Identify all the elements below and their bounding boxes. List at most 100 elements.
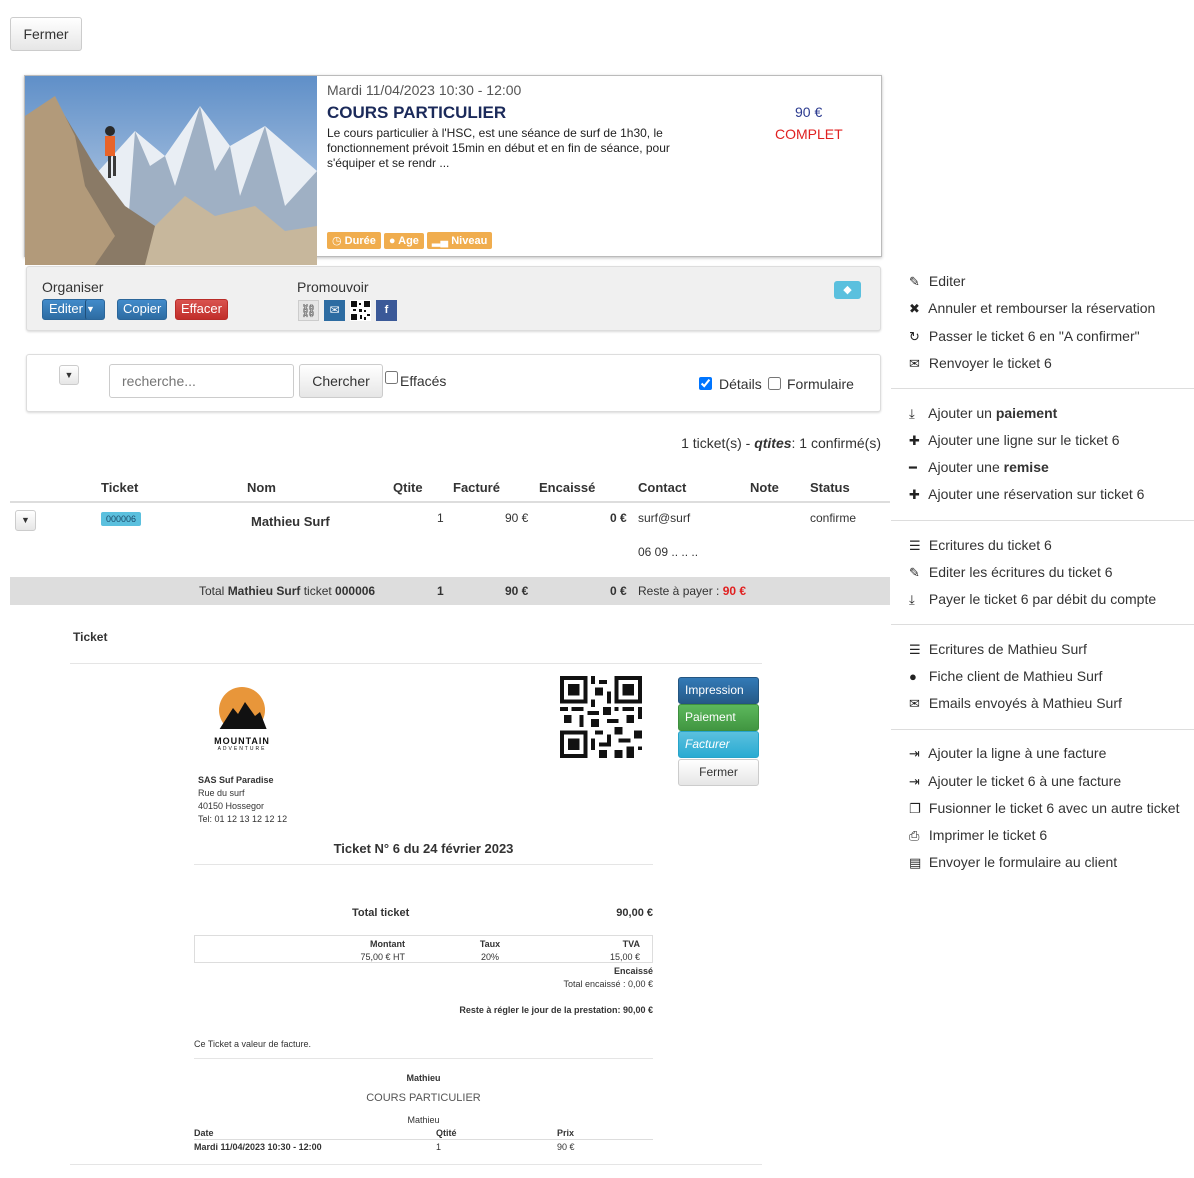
form-checkbox[interactable] (768, 377, 781, 390)
caret-down-icon: ▼ (21, 515, 30, 525)
tag-button[interactable]: ◆ (834, 281, 861, 299)
menu-edit[interactable]: ✎ Editer (909, 273, 965, 290)
ticket-course: COURS PARTICULIER (366, 1092, 481, 1104)
menu-add-ticket-to-invoice[interactable]: ⇥ Ajouter le ticket 6 à une facture (909, 773, 1121, 790)
line-date: Mardi 11/04/2023 10:30 - 12:00 (194, 1142, 322, 1152)
edit-button[interactable]: Editer (42, 299, 90, 320)
divider (70, 663, 762, 664)
close-icon: ✖ (909, 301, 920, 316)
ticket-qr-code (560, 676, 642, 758)
logo-text: MOUNTAIN (214, 736, 270, 746)
tag-icon: ◆ (843, 284, 852, 296)
event-price: 90 € (795, 104, 823, 120)
tax-header-amount: Montant (370, 939, 405, 949)
login-icon: ⇥ (909, 746, 920, 761)
invoice-button[interactable]: Facturer (678, 731, 759, 758)
print-button[interactable]: Impression (678, 677, 759, 704)
event-datetime: Mardi 11/04/2023 10:30 - 12:00 (327, 82, 522, 98)
menu-add-discount[interactable]: ━ Ajouter une remise (909, 459, 1049, 476)
menu-add-booking[interactable]: ✚ Ajouter une réservation sur ticket 6 (909, 486, 1144, 503)
deleted-checkbox[interactable] (385, 371, 398, 384)
menu-ticket-entries[interactable]: ☰ Ecritures du ticket 6 (909, 537, 1052, 554)
row-dropdown-toggle[interactable]: ▼ (15, 510, 36, 531)
col-cashed: Encaissé (539, 480, 596, 495)
tax-vat: 15,00 € (609, 952, 640, 962)
menu-cancel-refund[interactable]: ✖ Annuler et rembourser la réservation (909, 300, 1155, 317)
user-icon: ● (388, 235, 399, 247)
event-status: COMPLET (775, 126, 843, 142)
level-tag: ▂▄ Niveau (426, 232, 493, 249)
line-header-price: Prix (557, 1128, 575, 1138)
refresh-icon: ↻ (909, 329, 920, 344)
divider (194, 1058, 653, 1059)
mail-share-icon[interactable]: ✉ (324, 300, 345, 321)
menu-edit-entries[interactable]: ✎ Editer les écritures du ticket 6 (909, 564, 1113, 581)
envelope-icon: ✉ (909, 696, 920, 711)
row-email: surf@surf (638, 511, 691, 525)
col-note: Note (750, 480, 779, 495)
col-qty: Qtite (393, 480, 423, 495)
copy-button[interactable]: Copier (117, 299, 168, 320)
form-label: Formulaire (787, 376, 854, 392)
total-row: Total Mathieu Surf ticket 000006 1 90 € … (10, 577, 890, 605)
payment-button[interactable]: Paiement (678, 704, 759, 731)
line-header-date: Date (194, 1128, 214, 1138)
menu-pay-by-account[interactable]: ⤓ Payer le ticket 6 par débit du compte (909, 591, 1156, 608)
ticket-summary: 1 ticket(s) - qtites: 1 confirmé(s) (681, 435, 881, 451)
age-tag: ● Age (383, 233, 424, 249)
company-logo: MOUNTAIN ADVENTURE (205, 686, 279, 754)
search-bar: ▼ Chercher Effacés Détails Formulaire (26, 354, 881, 412)
plus-icon: ✚ (909, 433, 920, 448)
event-title: COURS PARTICULIER (327, 103, 507, 122)
amount-due: Reste à régler le jour de la prestation:… (459, 1005, 653, 1015)
customer-name[interactable]: Mathieu Surf (251, 514, 330, 529)
menu-divider (891, 624, 1194, 625)
ticket-number-badge[interactable]: 000006 (101, 512, 142, 526)
tax-amount: 75,00 € HT (360, 952, 405, 962)
divider (70, 1164, 762, 1165)
facebook-icon[interactable]: f (376, 300, 397, 321)
event-tags: ◷ Durée ● Age ▂▄ Niveau (327, 232, 495, 249)
table-row: ▼ 000006 Mathieu Surf 1 90 € 0 € surf@su… (10, 504, 890, 576)
ticket-close-button[interactable]: Fermer (678, 759, 759, 786)
menu-send-form[interactable]: ▤ Envoyer le formulaire au client (909, 854, 1117, 871)
divider (194, 1139, 653, 1140)
menu-add-payment[interactable]: ⤓ Ajouter un paiement (909, 405, 1057, 422)
caret-down-icon: ▼ (64, 370, 74, 380)
menu-print-ticket[interactable]: ⎙ Imprimer le ticket 6 (909, 827, 1047, 844)
company-name: SAS Suf Paradise (198, 775, 274, 785)
row-billed: 90 € (505, 511, 529, 525)
clock-icon: ◷ (332, 235, 345, 247)
details-checkbox[interactable] (699, 377, 712, 390)
promouvoir-label: Promouvoir (297, 279, 369, 295)
line-header-qty: Qtité (436, 1128, 457, 1138)
menu-set-to-confirm[interactable]: ↻ Passer le ticket 6 en "A confirmer" (909, 328, 1140, 345)
menu-sent-emails[interactable]: ✉ Emails envoyés à Mathieu Surf (909, 695, 1122, 712)
company-tel: Tel: 01 12 13 12 12 12 (198, 814, 288, 824)
menu-add-line[interactable]: ✚ Ajouter une ligne sur le ticket 6 (909, 432, 1120, 449)
qr-code-icon[interactable] (350, 300, 371, 321)
row-status: confirme (810, 511, 857, 525)
menu-customer-card[interactable]: ● Fiche client de Mathieu Surf (909, 668, 1102, 684)
link-icon[interactable]: ⛓ (298, 300, 319, 321)
menu-add-line-to-invoice[interactable]: ⇥ Ajouter la ligne à une facture (909, 745, 1106, 762)
edit-dropdown-toggle[interactable]: ▼ (85, 299, 105, 320)
line-price: 90 € (557, 1142, 575, 1152)
cashed-total: Total encaissé : 0,00 € (563, 979, 653, 989)
logo-subtext: ADVENTURE (217, 746, 267, 752)
tax-header-rate: Taux (479, 939, 501, 949)
caret-down-icon: ▼ (86, 304, 95, 314)
event-description: Le cours particulier à l'HSC, est une sé… (327, 126, 670, 170)
organiser-label: Organiser (42, 279, 104, 295)
list-icon: ☰ (909, 538, 921, 553)
close-button[interactable]: Fermer (10, 17, 82, 51)
row-qty: 1 (437, 511, 444, 525)
menu-customer-entries[interactable]: ☰ Ecritures de Mathieu Surf (909, 641, 1087, 658)
delete-button[interactable]: Effacer (175, 299, 228, 320)
search-input[interactable] (109, 364, 294, 398)
menu-resend-ticket[interactable]: ✉ Renvoyer le ticket 6 (909, 355, 1052, 372)
download-icon: ⤓ (909, 592, 915, 607)
search-button[interactable]: Chercher (299, 364, 383, 398)
menu-merge-ticket[interactable]: ❐ Fusionner le ticket 6 avec un autre ti… (909, 800, 1179, 817)
filter-dropdown-toggle[interactable]: ▼ (59, 365, 79, 385)
